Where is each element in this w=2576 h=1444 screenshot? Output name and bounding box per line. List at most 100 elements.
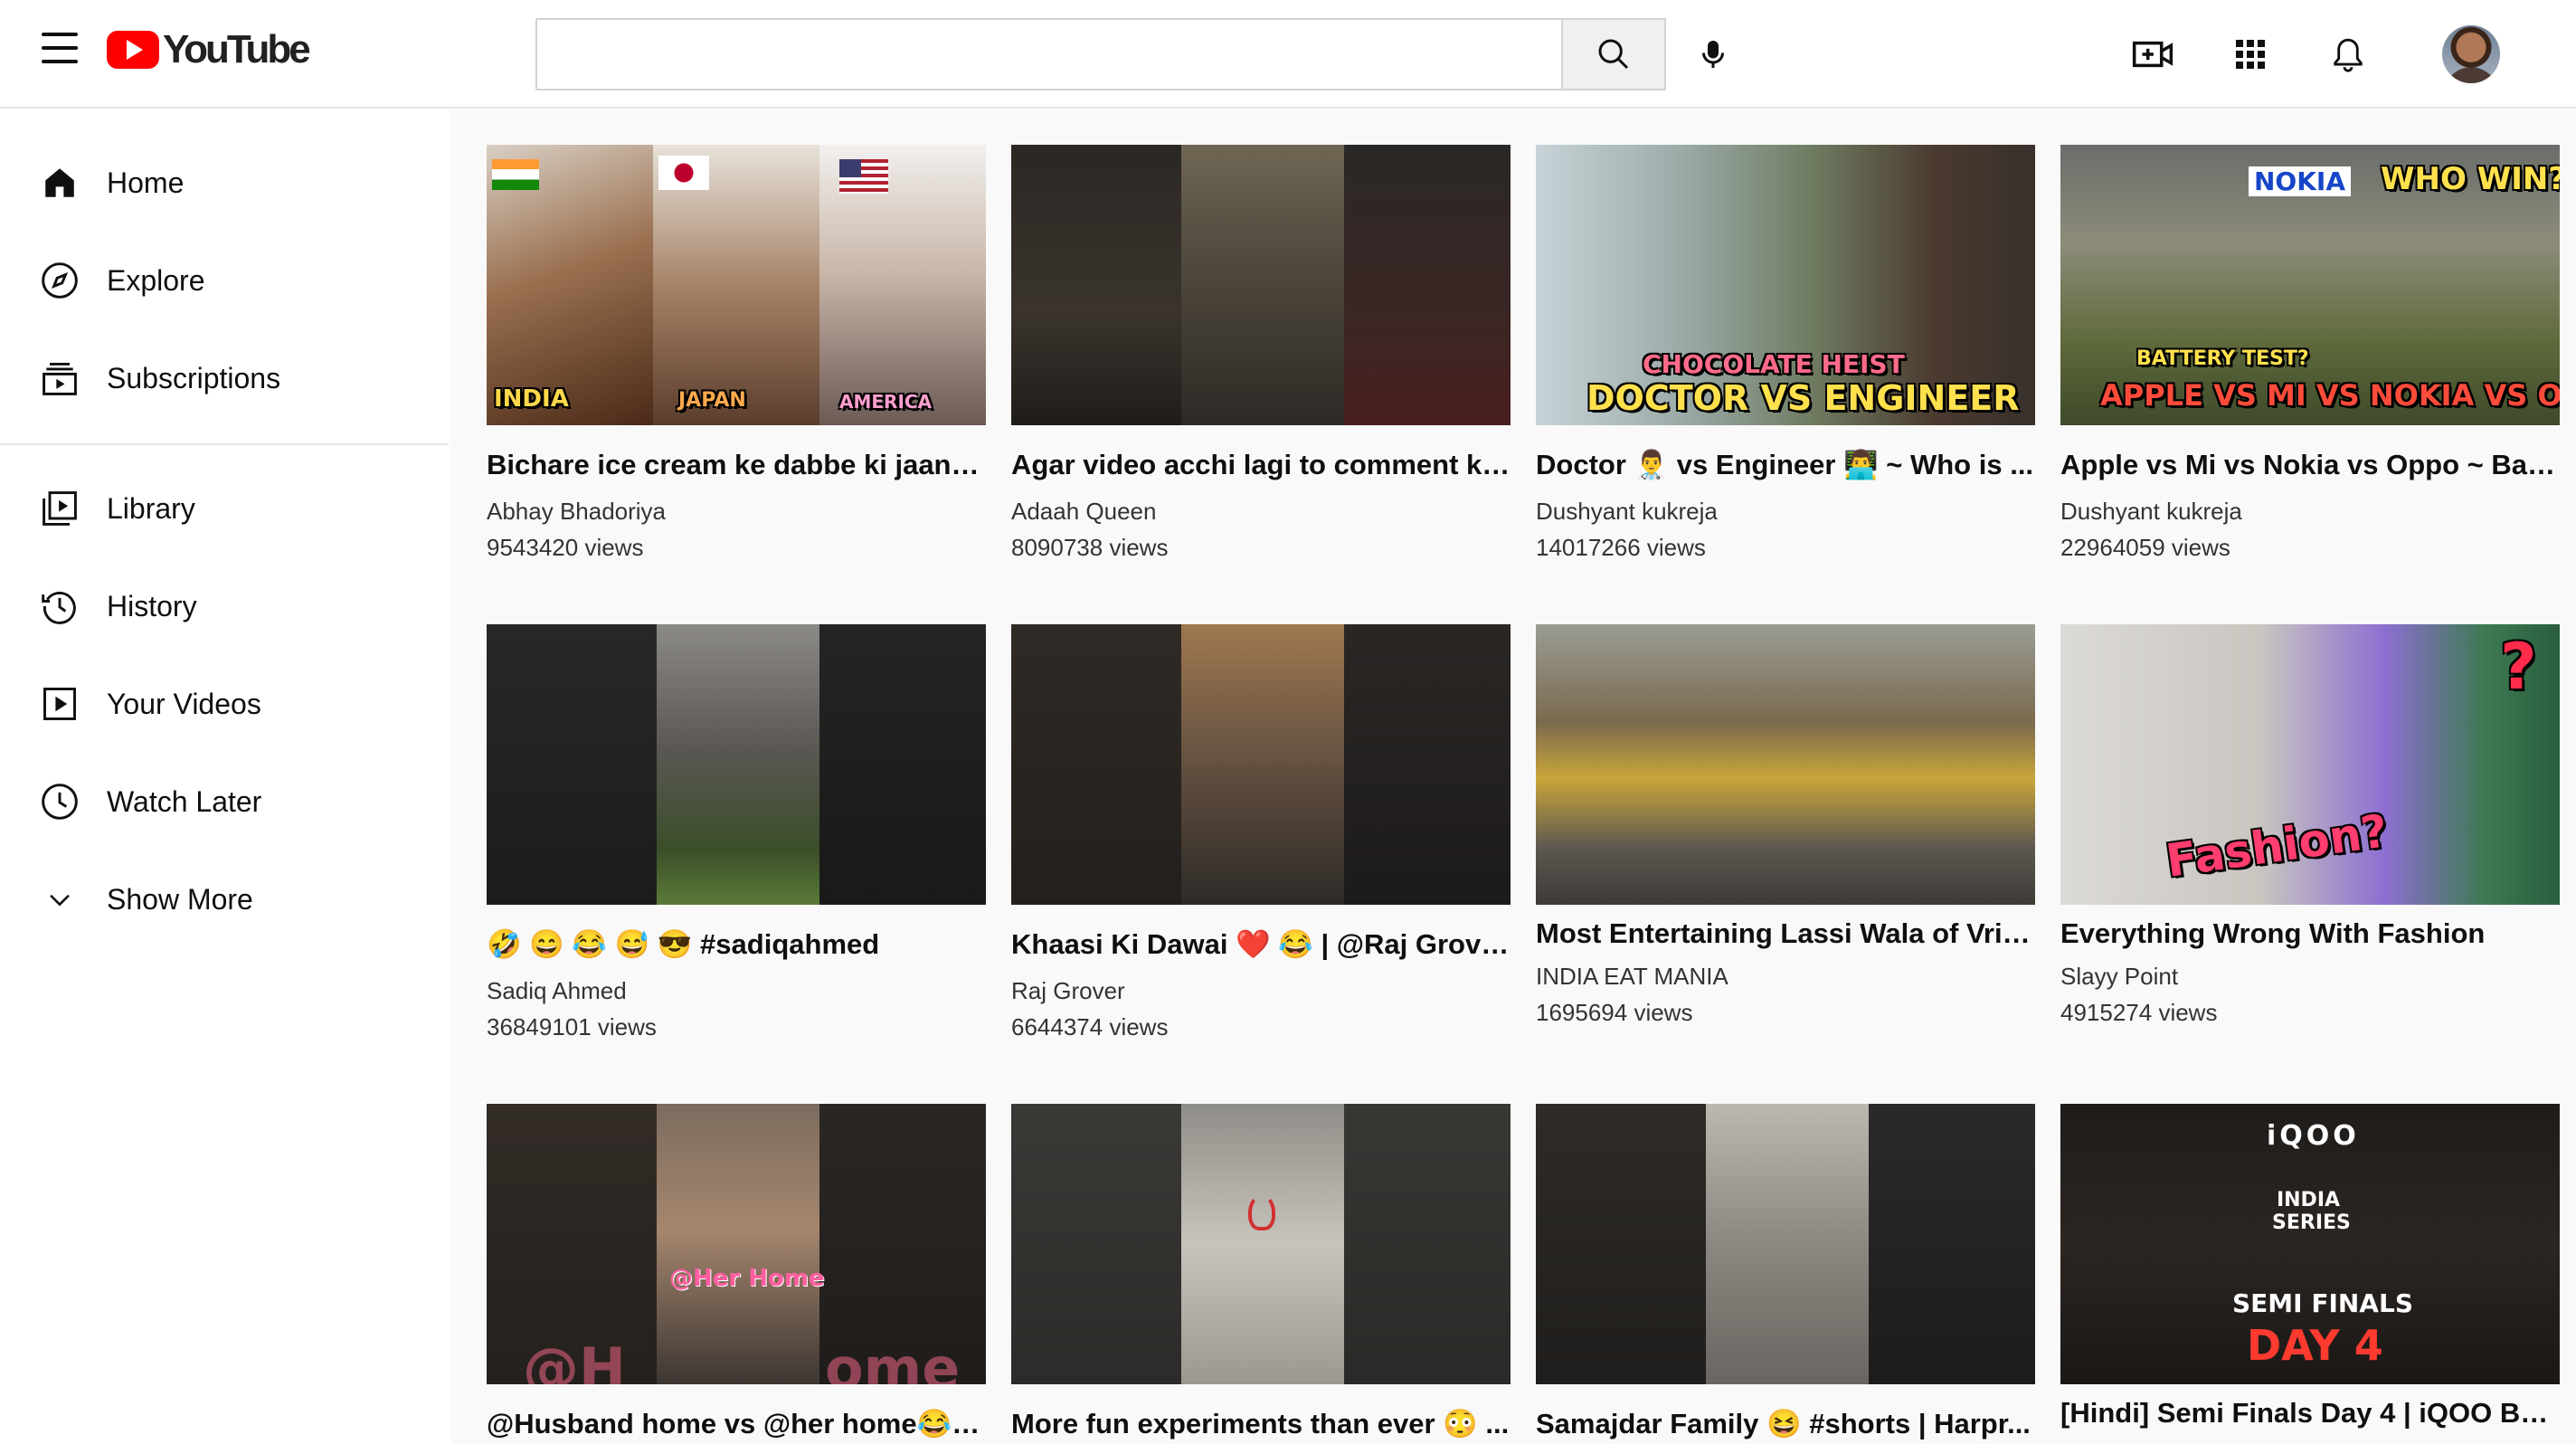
sidebar-item-library[interactable]: Library [0, 465, 449, 552]
view-count: 6644374 views [1011, 1013, 1169, 1040]
sidebar-item-history[interactable]: History [0, 563, 449, 650]
clock-icon [38, 780, 81, 823]
video-thumbnail[interactable]: @Her Home @H ome [487, 1104, 986, 1384]
video-thumbnail[interactable]: iQOO INDIA SERIES SEMI FINALS DAY 4 [2060, 1104, 2560, 1384]
thumbnail-text: @Her Home [669, 1265, 825, 1292]
sidebar-item-label: Home [107, 166, 185, 199]
view-count: 14017266 views [1536, 534, 1706, 561]
view-count: 22964059 views [2060, 534, 2230, 561]
mic-icon [1702, 41, 1724, 68]
sidebar-item-your-videos[interactable]: Your Videos [0, 660, 449, 747]
view-count: 36849101 views [487, 1013, 657, 1040]
apps-button[interactable] [2223, 27, 2278, 81]
thumbnail-text: iQOO [2267, 1120, 2360, 1152]
chevron-down-icon [38, 878, 81, 921]
thumbnail-text: INDIA SERIES [2272, 1189, 2351, 1234]
top-bar: YouTube [0, 0, 2576, 109]
sidebar-item-show-more[interactable]: Show More [0, 856, 449, 943]
play-logo-icon [107, 31, 159, 69]
thumbnail-text: DOCTOR VS ENGINEER [1586, 378, 2020, 418]
sidebar-item-home[interactable]: Home [0, 139, 449, 226]
youtube-logo[interactable]: YouTube [107, 27, 311, 72]
video-thumbnail[interactable]: CHOCOLATE HEIST DOCTOR VS ENGINEER [1536, 145, 2035, 425]
channel-name[interactable]: Abhay Bhadoriya [487, 498, 666, 526]
channel-name[interactable]: Sadiq Ahmed [487, 977, 627, 1005]
apps-icon [2236, 40, 2265, 69]
video-title[interactable]: Khaasi Ki Dawai ❤️ 😂 | @Raj Grover... [1011, 926, 1511, 963]
logo-text: YouTube [163, 27, 311, 71]
video-thumbnail[interactable]: Fashion? ? [2060, 624, 2560, 905]
video-title[interactable]: Apple vs Mi vs Nokia vs Oppo ~ Batt... [2060, 447, 2560, 483]
sidebar-item-label: Library [107, 491, 195, 525]
sidebar-item-label: Explore [107, 263, 205, 297]
thumbnail-text: APPLE VS MI VS NOKIA VS OPPO [2100, 378, 2560, 413]
view-count: 8090738 views [1011, 534, 1169, 561]
search-button[interactable] [1561, 18, 1666, 90]
history-icon [38, 584, 81, 628]
channel-name[interactable]: Dushyant kukreja [1536, 498, 1718, 526]
video-thumbnail[interactable] [1536, 1104, 2035, 1384]
thumbnail-text: NOKIA [2249, 166, 2352, 196]
sidebar-item-label: History [107, 589, 197, 622]
sidebar-item-label: Subscriptions [107, 361, 281, 394]
video-title[interactable]: @Husband home vs @her home😂 #... [487, 1406, 986, 1442]
video-thumbnail[interactable] [1536, 624, 2035, 905]
view-count: 1695694 views [1536, 999, 1693, 1026]
sidebar-item-label: Watch Later [107, 784, 262, 818]
create-button[interactable] [2126, 27, 2180, 81]
sidebar-item-subscriptions[interactable]: Subscriptions [0, 335, 449, 422]
voice-search-button[interactable] [1688, 29, 1738, 80]
library-icon [38, 487, 81, 530]
sidebar-item-watch-later[interactable]: Watch Later [0, 758, 449, 845]
subscriptions-icon [38, 356, 81, 400]
video-grid: INDIA JAPAN AMERICA Bichare ice cream ke… [450, 110, 2576, 1444]
thumbnail-text: WHO WIN? [2381, 161, 2560, 197]
video-title[interactable]: Samajdar Family 😆 #shorts | Harpr... [1536, 1406, 2035, 1442]
sidebar: Home Explore Subscriptions Library Histo… [0, 110, 449, 1444]
thumbnail-text: BATTERY TEST? [2136, 347, 2309, 370]
channel-name[interactable]: Adaah Queen [1011, 498, 1156, 526]
video-title[interactable]: 🤣 😄 😂 😅 😎 #sadiqahmed [487, 926, 986, 963]
channel-name[interactable]: Slayy Point [2060, 963, 2178, 991]
menu-icon[interactable] [42, 33, 78, 63]
thumbnail-text: CHOCOLATE HEIST [1643, 349, 1905, 379]
thumbnail-text: SEMI FINALS [2232, 1288, 2413, 1318]
channel-name[interactable]: Dushyant kukreja [2060, 498, 2242, 526]
thumbnail-text: ome [825, 1335, 961, 1384]
thumbnail-text: AMERICA [839, 391, 933, 413]
video-title[interactable]: Doctor 👨‍⚕️ vs Engineer 👨‍💻 ~ Who is ... [1536, 447, 2035, 483]
video-thumbnail[interactable] [487, 624, 986, 905]
notifications-icon [2334, 38, 2363, 72]
thumbnail-text: JAPAN [678, 389, 746, 412]
video-thumbnail[interactable] [1011, 145, 1511, 425]
thumbnail-text: ? [2500, 630, 2537, 704]
compass-icon [38, 259, 81, 302]
account-avatar[interactable] [2442, 25, 2500, 83]
video-title[interactable]: Most Entertaining Lassi Wala of Vrin... [1536, 916, 2035, 952]
thumbnail-text: @H [523, 1335, 626, 1384]
notifications-button[interactable] [2321, 27, 2375, 81]
create-video-icon [2132, 41, 2174, 68]
sidebar-item-label: Your Videos [107, 687, 261, 720]
your-videos-icon [38, 682, 81, 726]
video-thumbnail[interactable]: INDIA JAPAN AMERICA [487, 145, 986, 425]
thumbnail-text: INDIA [494, 385, 569, 413]
video-title[interactable]: Bichare ice cream ke dabbe ki jaan n... [487, 447, 986, 483]
video-thumbnail[interactable] [1011, 624, 1511, 905]
search-icon [1598, 39, 1629, 70]
channel-name[interactable]: INDIA EAT MANIA [1536, 963, 1728, 991]
thumbnail-text: DAY 4 [2247, 1321, 2383, 1370]
search-input[interactable] [535, 18, 1563, 90]
video-title[interactable]: More fun experiments than ever 😳 ... [1011, 1406, 1511, 1442]
video-thumbnail[interactable]: NOKIA WHO WIN? BATTERY TEST? APPLE VS MI… [2060, 145, 2560, 425]
view-count: 4915274 views [2060, 999, 2218, 1026]
video-title[interactable]: Everything Wrong With Fashion [2060, 916, 2560, 952]
video-thumbnail[interactable] [1011, 1104, 1511, 1384]
video-title[interactable]: [Hindi] Semi Finals Day 4 | iQOO BAT... [2060, 1395, 2560, 1431]
video-title[interactable]: Agar video acchi lagi to comment ka... [1011, 447, 1511, 483]
sidebar-item-explore[interactable]: Explore [0, 237, 449, 324]
home-icon [38, 161, 81, 204]
view-count: 9543420 views [487, 534, 644, 561]
sidebar-item-label: Show More [107, 882, 253, 916]
channel-name[interactable]: Raj Grover [1011, 977, 1125, 1005]
